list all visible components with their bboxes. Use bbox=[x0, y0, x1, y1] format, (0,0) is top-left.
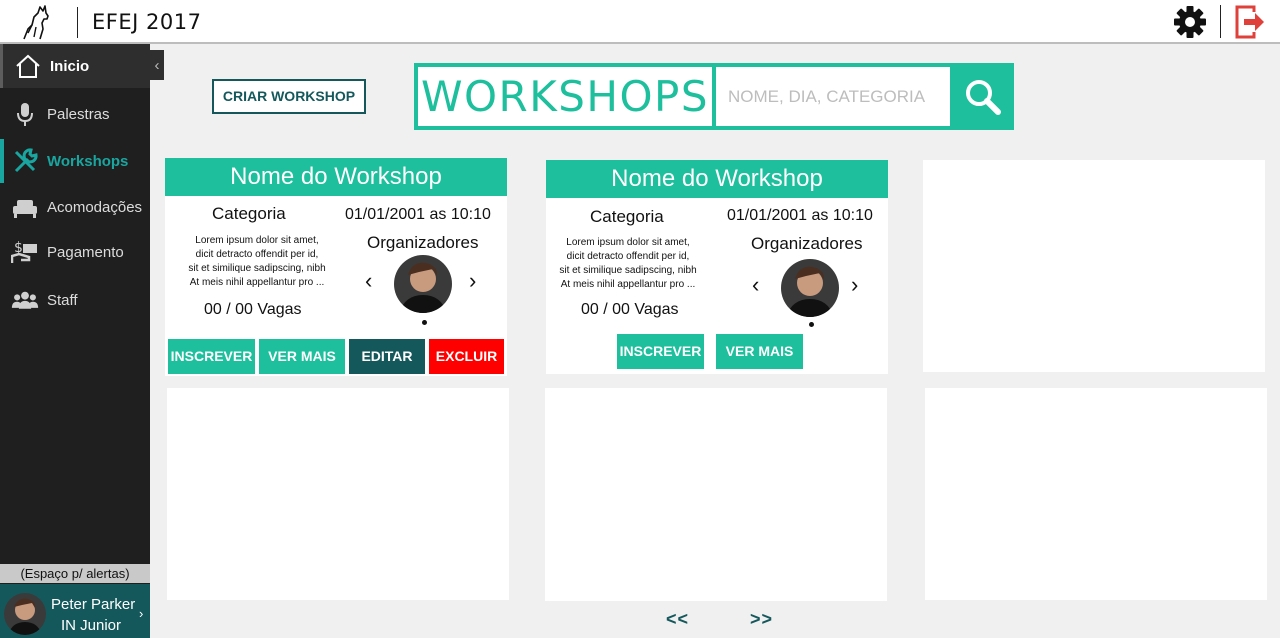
user-panel[interactable]: Peter Parker IN Junior › bbox=[0, 584, 150, 638]
wrench-icon bbox=[11, 147, 39, 175]
organizer-photo bbox=[781, 259, 839, 317]
wolf-logo-icon bbox=[23, 5, 49, 40]
sidebar-item-acomodacoes[interactable]: Acomodações bbox=[0, 185, 150, 229]
sidebar-item-pagamento[interactable]: $ Pagamento bbox=[0, 230, 150, 274]
user-name: Peter Parker bbox=[51, 596, 136, 613]
sidebar-item-label: Acomodações bbox=[47, 198, 143, 216]
avatar bbox=[4, 593, 46, 635]
collapse-sidebar-button[interactable]: ‹ bbox=[150, 50, 164, 80]
page-title: WORKSHOPS bbox=[418, 67, 712, 126]
workshop-card-placeholder bbox=[923, 160, 1265, 372]
search-button[interactable] bbox=[954, 67, 1012, 126]
next-page-button[interactable]: >> bbox=[750, 609, 773, 630]
workshop-category: Categoria bbox=[590, 207, 664, 226]
app-title: EFEJ 2017 bbox=[92, 10, 202, 34]
sidebar: Inicio Palestras Workshops Acomodações $… bbox=[0, 44, 150, 638]
people-icon bbox=[11, 286, 39, 314]
microphone-icon bbox=[11, 100, 39, 128]
workshop-datetime: 01/01/2001 as 10:10 bbox=[345, 206, 491, 223]
workshop-card-placeholder bbox=[545, 388, 887, 601]
chevron-right-icon: › bbox=[139, 606, 144, 621]
sidebar-item-label: Inicio bbox=[50, 57, 90, 75]
sidebar-item-label: Palestras bbox=[47, 105, 110, 123]
toolbar-separator bbox=[1220, 5, 1221, 38]
sidebar-item-label: Staff bbox=[47, 291, 78, 309]
payment-icon: $ bbox=[11, 238, 39, 266]
logout-icon[interactable] bbox=[1234, 4, 1266, 40]
sidebar-item-staff[interactable]: Staff bbox=[0, 278, 150, 322]
search-input[interactable] bbox=[716, 67, 950, 126]
create-workshop-button[interactable]: CRIAR WORKSHOP bbox=[212, 79, 366, 114]
logo-separator bbox=[77, 7, 78, 38]
subscribe-button[interactable]: INSCREVER bbox=[617, 334, 704, 369]
next-organizer-icon[interactable]: › bbox=[469, 270, 476, 292]
workshop-vagas: 00 / 00 Vagas bbox=[581, 301, 679, 318]
next-organizer-icon[interactable]: › bbox=[851, 274, 858, 296]
workshop-description: Lorem ipsum dolor sit amet, dicit detrac… bbox=[559, 237, 697, 290]
workshop-card-placeholder bbox=[167, 388, 509, 600]
sidebar-item-inicio[interactable]: Inicio bbox=[0, 44, 150, 88]
organizers-label: Organizadores bbox=[367, 233, 479, 252]
workshop-description: Lorem ipsum dolor sit amet, dicit detrac… bbox=[188, 235, 326, 288]
subscribe-button[interactable]: INSCREVER bbox=[168, 339, 255, 374]
sidebar-item-palestras[interactable]: Palestras bbox=[0, 92, 150, 136]
organizer-photo bbox=[394, 255, 452, 313]
workshop-card: Nome do Workshop Categoria 01/01/2001 as… bbox=[546, 160, 888, 374]
sidebar-item-workshops[interactable]: Workshops bbox=[0, 139, 150, 183]
gear-icon[interactable] bbox=[1172, 4, 1208, 40]
prev-organizer-icon[interactable]: ‹ bbox=[752, 274, 759, 296]
workshop-vagas: 00 / 00 Vagas bbox=[204, 301, 302, 318]
search-icon bbox=[966, 79, 1001, 115]
delete-button[interactable]: EXCLUIR bbox=[429, 339, 504, 374]
workshop-title: Nome do Workshop bbox=[546, 160, 888, 198]
view-more-button[interactable]: VER MAIS bbox=[716, 334, 803, 369]
prev-page-button[interactable]: << bbox=[666, 609, 689, 630]
prev-organizer-icon[interactable]: ‹ bbox=[365, 270, 372, 292]
sidebar-item-label: Pagamento bbox=[47, 243, 124, 261]
top-bar: EFEJ 2017 bbox=[0, 0, 1280, 44]
search-bar: WORKSHOPS bbox=[414, 63, 1014, 130]
carousel-dot bbox=[422, 320, 427, 325]
sidebar-item-label: Workshops bbox=[47, 152, 129, 170]
workshop-title: Nome do Workshop bbox=[165, 158, 507, 196]
alerts-area: (Espaço p/ alertas) bbox=[0, 564, 150, 583]
user-org: IN Junior bbox=[61, 617, 122, 634]
workshop-card: Nome do Workshop Categoria 01/01/2001 as… bbox=[165, 158, 507, 376]
edit-button[interactable]: EDITAR bbox=[349, 339, 425, 374]
bed-icon bbox=[11, 193, 39, 221]
home-icon bbox=[14, 52, 42, 80]
workshop-card-placeholder bbox=[925, 388, 1267, 600]
organizers-label: Organizadores bbox=[751, 234, 863, 253]
workshop-category: Categoria bbox=[212, 204, 286, 223]
view-more-button[interactable]: VER MAIS bbox=[259, 339, 345, 374]
carousel-dot bbox=[809, 322, 814, 327]
workshop-datetime: 01/01/2001 as 10:10 bbox=[727, 207, 873, 224]
